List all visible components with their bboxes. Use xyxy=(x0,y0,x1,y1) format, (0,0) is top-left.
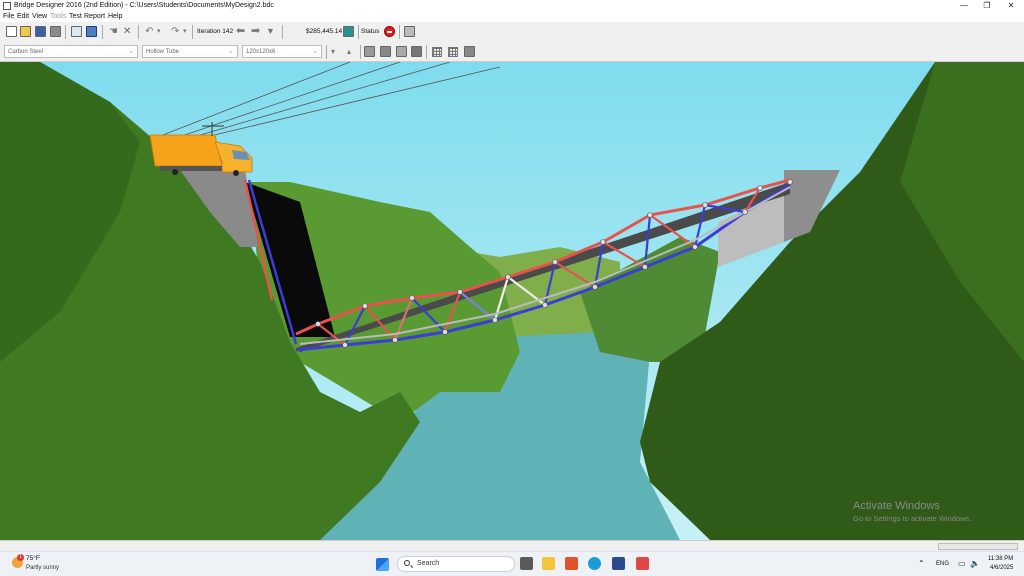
toolbar-separator xyxy=(192,25,193,39)
coarse-grid-icon[interactable] xyxy=(432,47,442,57)
open-folder-icon[interactable] xyxy=(20,26,31,37)
section-value: Hollow Tube xyxy=(146,49,180,55)
chevron-down-icon: ⌄ xyxy=(228,48,234,55)
member-list-icon[interactable] xyxy=(380,46,391,57)
bridge-scene-svg xyxy=(0,62,1024,540)
next-iteration-icon[interactable]: ➡ xyxy=(251,25,260,38)
clock-date[interactable]: 4/6/2025 xyxy=(990,565,1013,572)
redo-dropdown-chevron-icon[interactable]: ▾ xyxy=(183,25,187,38)
member-view-icon[interactable] xyxy=(364,46,375,57)
size-select[interactable]: 120x120x6 ⌄ xyxy=(242,45,322,58)
load-test-icon[interactable] xyxy=(86,26,97,37)
calculator-icon[interactable] xyxy=(404,26,415,37)
size-up-icon[interactable]: ▴ xyxy=(347,45,351,58)
network-icon[interactable]: ▭ xyxy=(958,560,966,568)
new-file-icon[interactable] xyxy=(6,26,17,37)
menu-report[interactable]: Report xyxy=(84,12,105,22)
cost-value: $285,445.14 xyxy=(306,28,343,35)
previous-iteration-icon[interactable]: ⬅ xyxy=(236,25,245,38)
member-details-icon[interactable] xyxy=(396,46,407,57)
save-icon[interactable] xyxy=(35,26,46,37)
close-button[interactable]: ✕ xyxy=(999,0,1023,12)
chevron-down-icon: ⌄ xyxy=(128,48,134,55)
minimize-button[interactable]: — xyxy=(952,0,976,12)
member-table-icon[interactable] xyxy=(411,46,422,57)
status-progress-box xyxy=(938,543,1018,550)
toolbar-separator xyxy=(326,45,327,59)
size-value: 120x120x6 xyxy=(246,49,276,55)
app-icon xyxy=(3,2,11,10)
activate-windows-title: Activate Windows xyxy=(853,500,940,512)
redo-icon[interactable]: ↷ xyxy=(171,25,179,38)
toolbar-separator xyxy=(282,25,283,39)
search-icon xyxy=(404,560,410,566)
chevron-down-icon: ⌄ xyxy=(312,48,318,55)
language-indicator[interactable]: ENG xyxy=(936,561,949,568)
select-pointer-icon[interactable]: ☚ xyxy=(109,25,118,38)
cost-report-icon[interactable] xyxy=(343,26,354,37)
search-placeholder: Search xyxy=(417,560,440,567)
bridge-designer-taskbar-icon[interactable] xyxy=(612,557,625,570)
status-stop-icon[interactable] xyxy=(384,26,395,37)
status-label: Status xyxy=(361,28,380,35)
task-view-icon[interactable] xyxy=(520,557,533,570)
app-taskbar-icon[interactable] xyxy=(636,557,649,570)
activate-windows-subtitle: Go to Settings to activate Windows. xyxy=(853,514,972,523)
undo-icon[interactable]: ↶ xyxy=(145,25,153,38)
toolbar-separator xyxy=(65,25,66,39)
status-bar xyxy=(0,540,1024,551)
menu-edit[interactable]: Edit xyxy=(17,12,29,22)
menu-file[interactable]: File xyxy=(3,12,14,22)
toolbar-separator xyxy=(102,25,103,39)
maximize-button[interactable]: ❐ xyxy=(975,0,999,12)
toolbar-separator xyxy=(358,25,359,39)
delete-icon[interactable]: ✕ xyxy=(123,25,131,38)
toolbar-separator xyxy=(360,45,361,59)
menu-help[interactable]: Help xyxy=(108,12,122,22)
window-title: Bridge Designer 2016 (2nd Edition) - C:\… xyxy=(14,2,274,9)
fine-grid-icon[interactable] xyxy=(464,46,475,57)
menu-tools[interactable]: Tools xyxy=(50,12,66,22)
weather-badge: 1 xyxy=(17,554,24,561)
start-windows-icon[interactable] xyxy=(376,558,389,571)
toolbar-separator xyxy=(399,25,400,39)
menu-view[interactable]: View xyxy=(32,12,47,22)
load-test-animation-view[interactable] xyxy=(0,62,1024,540)
iteration-label: Iteration 142 xyxy=(197,28,234,35)
weather-temperature[interactable]: 75°F xyxy=(26,555,40,563)
windows-taskbar: 1 75°F Partly sunny Search ⌃ ENG ▭ 🔈 11:… xyxy=(0,551,1024,576)
drawing-board-icon[interactable] xyxy=(71,26,82,37)
size-down-icon[interactable]: ▾ xyxy=(331,45,335,58)
medium-grid-icon[interactable] xyxy=(448,47,458,57)
edge-browser-icon[interactable] xyxy=(588,557,601,570)
material-value: Carbon Steel xyxy=(8,49,44,55)
member-toolbar: Carbon Steel ⌄ Hollow Tube ⌄ 120x120x6 ⌄… xyxy=(0,42,1024,62)
toolbar-separator xyxy=(138,25,139,39)
brave-browser-icon[interactable] xyxy=(565,557,578,570)
main-toolbar: ☚ ✕ ↶ ▾ ↷ ▾ Iteration 142 ⬅ ➡ ▼ $285,445… xyxy=(0,22,1024,42)
clock-time[interactable]: 11:38 PM xyxy=(988,556,1013,563)
iteration-dropdown-icon[interactable]: ▼ xyxy=(266,25,275,38)
weather-description[interactable]: Partly sunny xyxy=(26,564,59,572)
show-hidden-icons-chevron-icon[interactable]: ⌃ xyxy=(918,560,925,568)
file-explorer-icon[interactable] xyxy=(542,557,555,570)
toolbar-separator xyxy=(426,45,427,59)
print-icon[interactable] xyxy=(50,26,61,37)
title-bar: Bridge Designer 2016 (2nd Edition) - C:\… xyxy=(0,0,1024,12)
section-select[interactable]: Hollow Tube ⌄ xyxy=(142,45,238,58)
material-select[interactable]: Carbon Steel ⌄ xyxy=(4,45,138,58)
menu-test[interactable]: Test xyxy=(69,12,82,22)
taskbar-search[interactable]: Search xyxy=(397,556,515,572)
volume-icon[interactable]: 🔈 xyxy=(970,560,980,568)
menu-bar: File Edit View Tools Test Report Help xyxy=(0,12,1024,22)
undo-dropdown-chevron-icon[interactable]: ▾ xyxy=(157,25,161,38)
